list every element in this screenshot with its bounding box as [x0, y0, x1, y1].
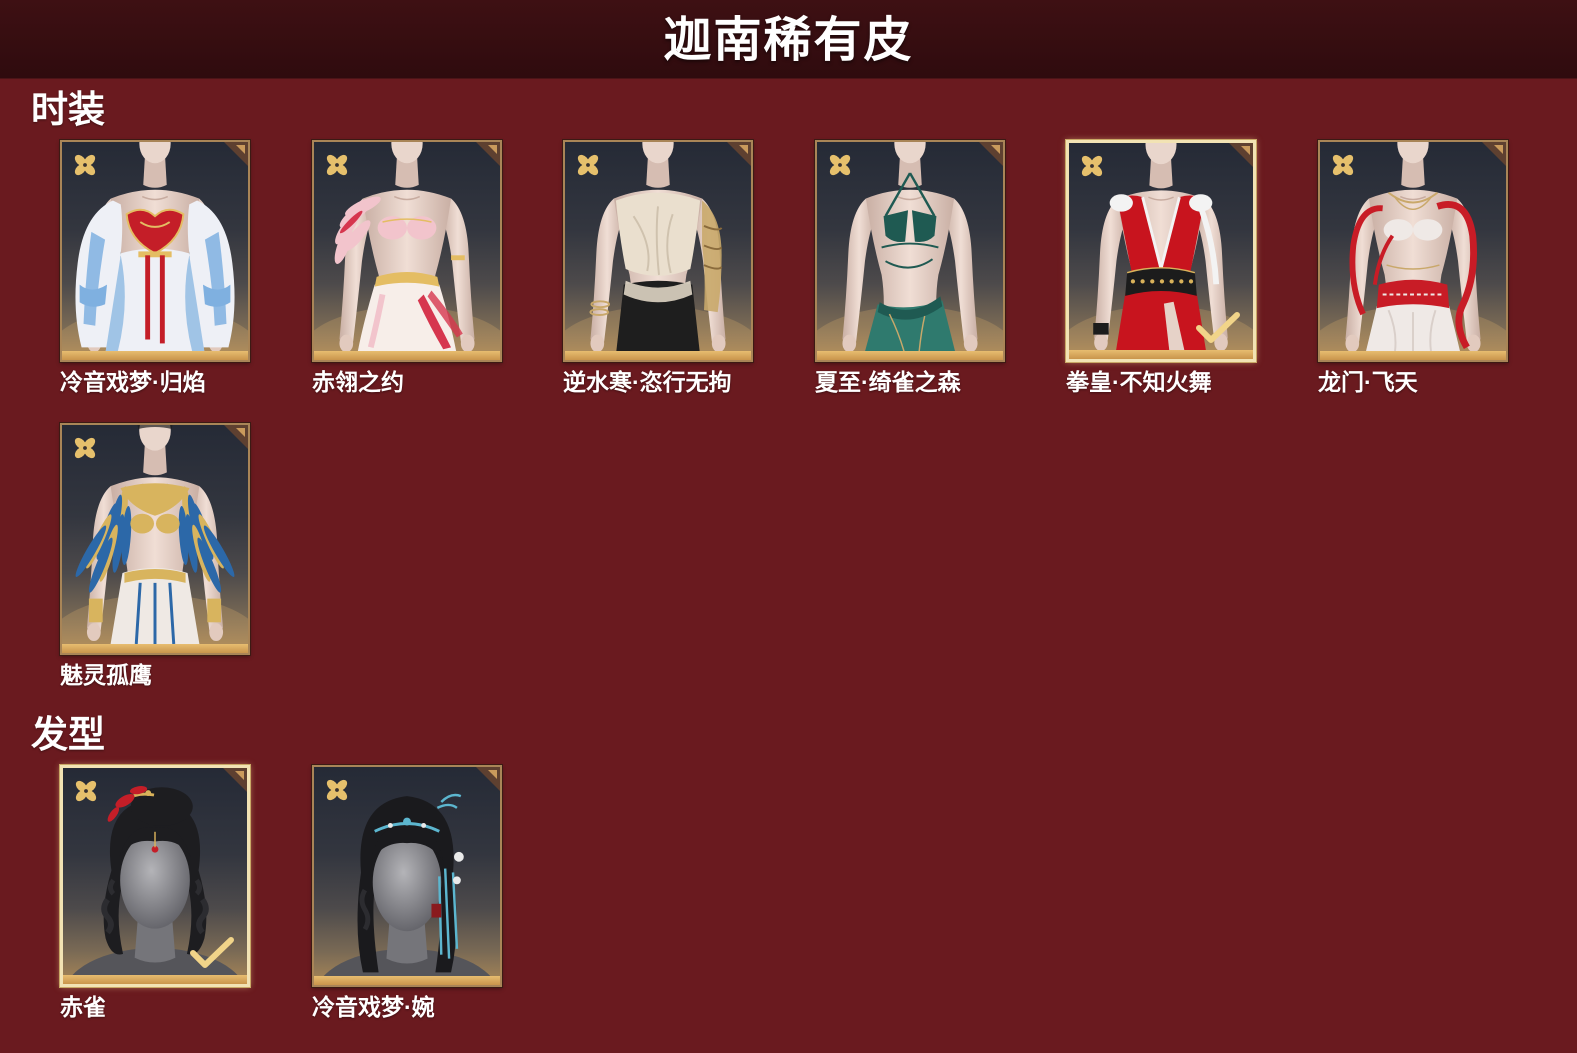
hairstyle-card[interactable]: 冷音戏梦·婉 [312, 765, 502, 1020]
item-name: 龙门·飞天 [1318, 369, 1418, 395]
card-gold-strip [817, 351, 1003, 360]
card-gold-strip [565, 351, 751, 360]
outfit-card[interactable]: 魅灵孤鹰 [60, 423, 250, 688]
card-frame [1318, 140, 1508, 362]
flower-badge-icon [73, 778, 99, 804]
flower-badge-icon [72, 152, 98, 178]
card-frame [312, 765, 502, 987]
outfit-card[interactable]: 赤翎之约 [312, 140, 502, 395]
page-title: 迦南稀有皮 [663, 14, 914, 67]
outfit-card[interactable]: 龙门·飞天 [1318, 140, 1508, 395]
card-frame [60, 765, 250, 987]
card-gold-strip [1069, 350, 1253, 359]
item-name: 冷音戏梦·婉 [312, 994, 435, 1020]
outfit-card[interactable]: 冷音戏梦·归焰 [60, 140, 250, 395]
card-gold-strip [62, 351, 248, 360]
item-name: 逆水寒·恣行无拘 [563, 369, 732, 395]
outfit-card[interactable]: 拳皇·不知火舞 [1066, 140, 1256, 395]
item-name: 冷音戏梦·归焰 [60, 369, 206, 395]
flower-badge-icon [1330, 152, 1356, 178]
card-frame [815, 140, 1005, 362]
card-frame [563, 140, 753, 362]
card-frame [60, 423, 250, 655]
flower-badge-icon [72, 435, 98, 461]
item-name: 赤雀 [60, 994, 106, 1020]
section-title-fashion: 时装 [31, 89, 105, 130]
card-frame [60, 140, 250, 362]
checkmark-icon [1195, 311, 1241, 345]
card-gold-strip [63, 975, 247, 984]
outfit-card[interactable]: 逆水寒·恣行无拘 [563, 140, 753, 395]
header-bar: 迦南稀有皮 [0, 0, 1577, 79]
card-gold-strip [62, 644, 248, 653]
item-name: 魅灵孤鹰 [60, 662, 152, 688]
item-name: 夏至·绮雀之森 [815, 369, 961, 395]
card-gold-strip [1320, 351, 1506, 360]
item-name: 赤翎之约 [312, 369, 404, 395]
card-gold-strip [314, 351, 500, 360]
checkmark-icon [189, 936, 235, 970]
flower-badge-icon [827, 152, 853, 178]
flower-badge-icon [324, 777, 350, 803]
section-title-hairstyle: 发型 [31, 714, 105, 755]
outfit-card[interactable]: 夏至·绮雀之森 [815, 140, 1005, 395]
card-frame [312, 140, 502, 362]
card-gold-strip [314, 976, 500, 985]
flower-badge-icon [575, 152, 601, 178]
flower-badge-icon [324, 152, 350, 178]
flower-badge-icon [1079, 153, 1105, 179]
item-name: 拳皇·不知火舞 [1066, 369, 1212, 395]
hairstyle-card[interactable]: 赤雀 [60, 765, 250, 1020]
card-frame [1066, 140, 1256, 362]
